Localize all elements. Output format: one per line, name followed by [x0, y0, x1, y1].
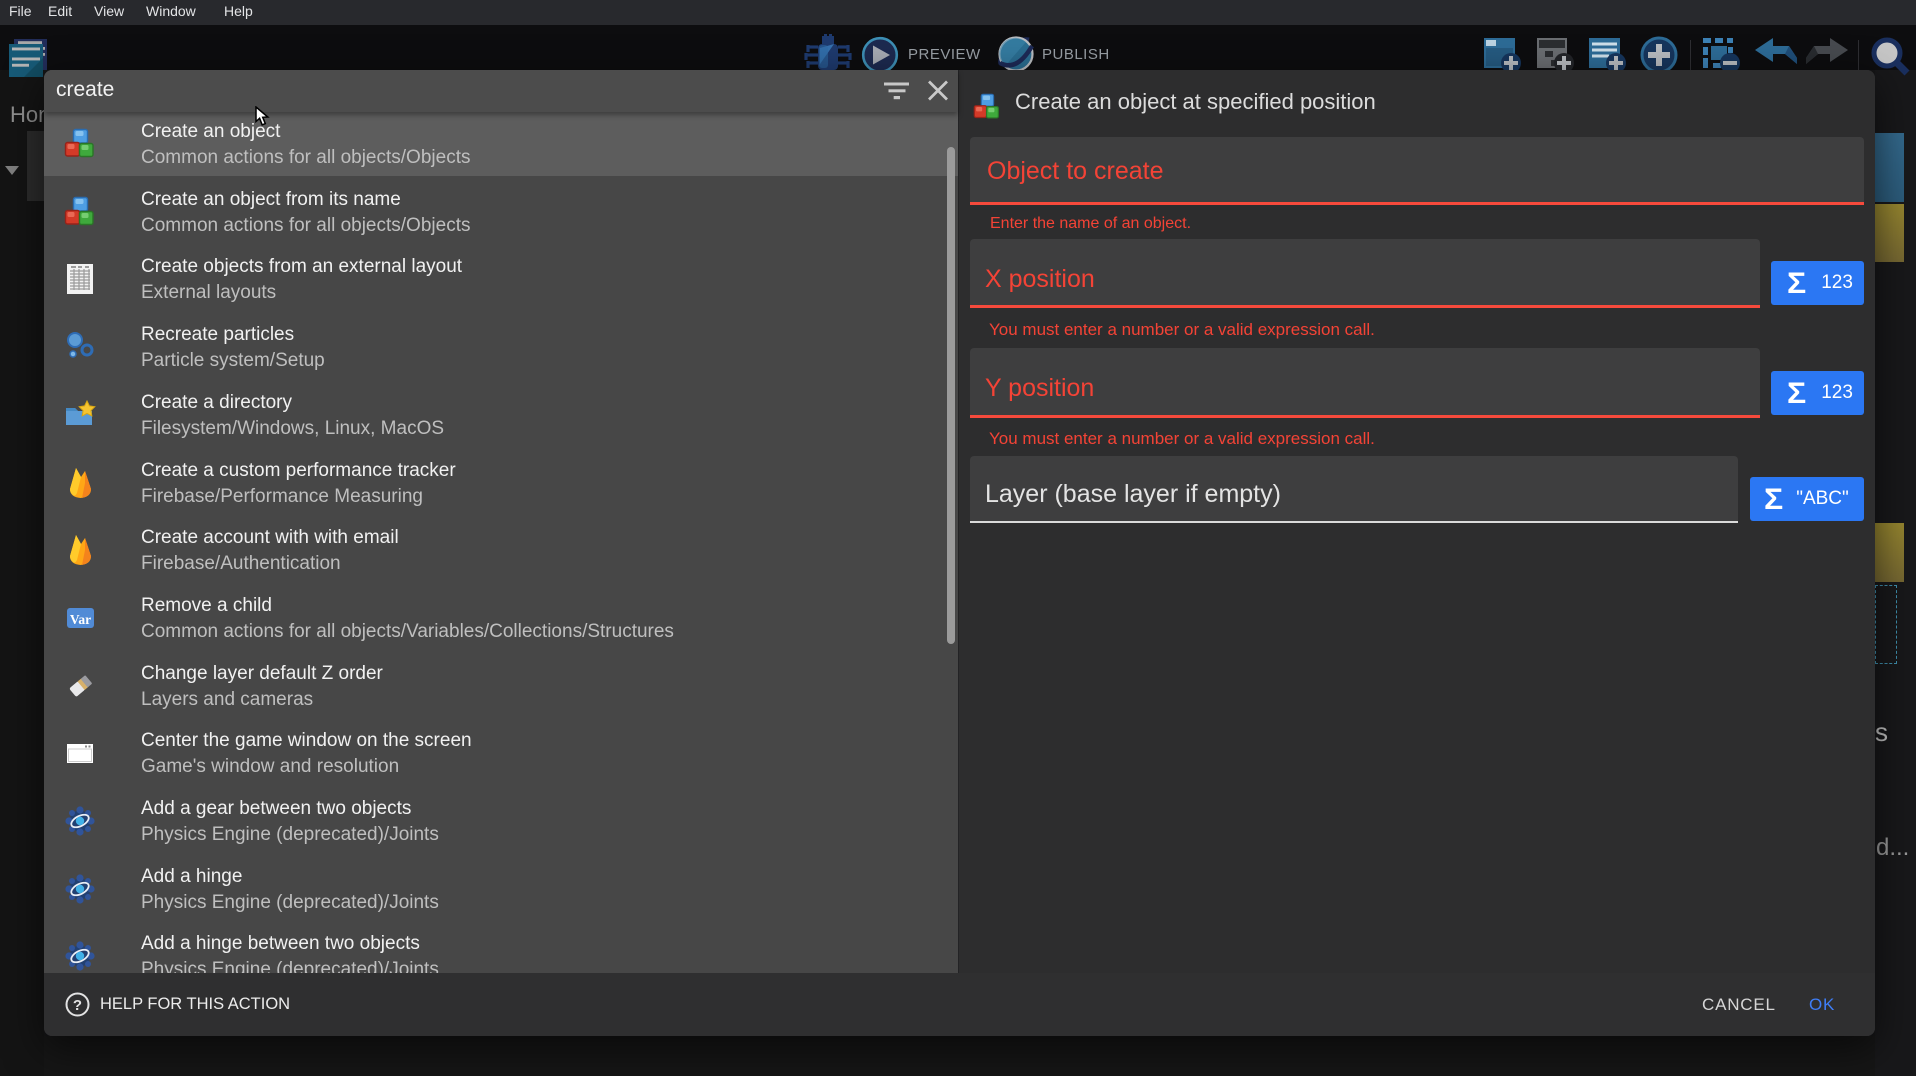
svg-text:?: ? [73, 997, 82, 1014]
